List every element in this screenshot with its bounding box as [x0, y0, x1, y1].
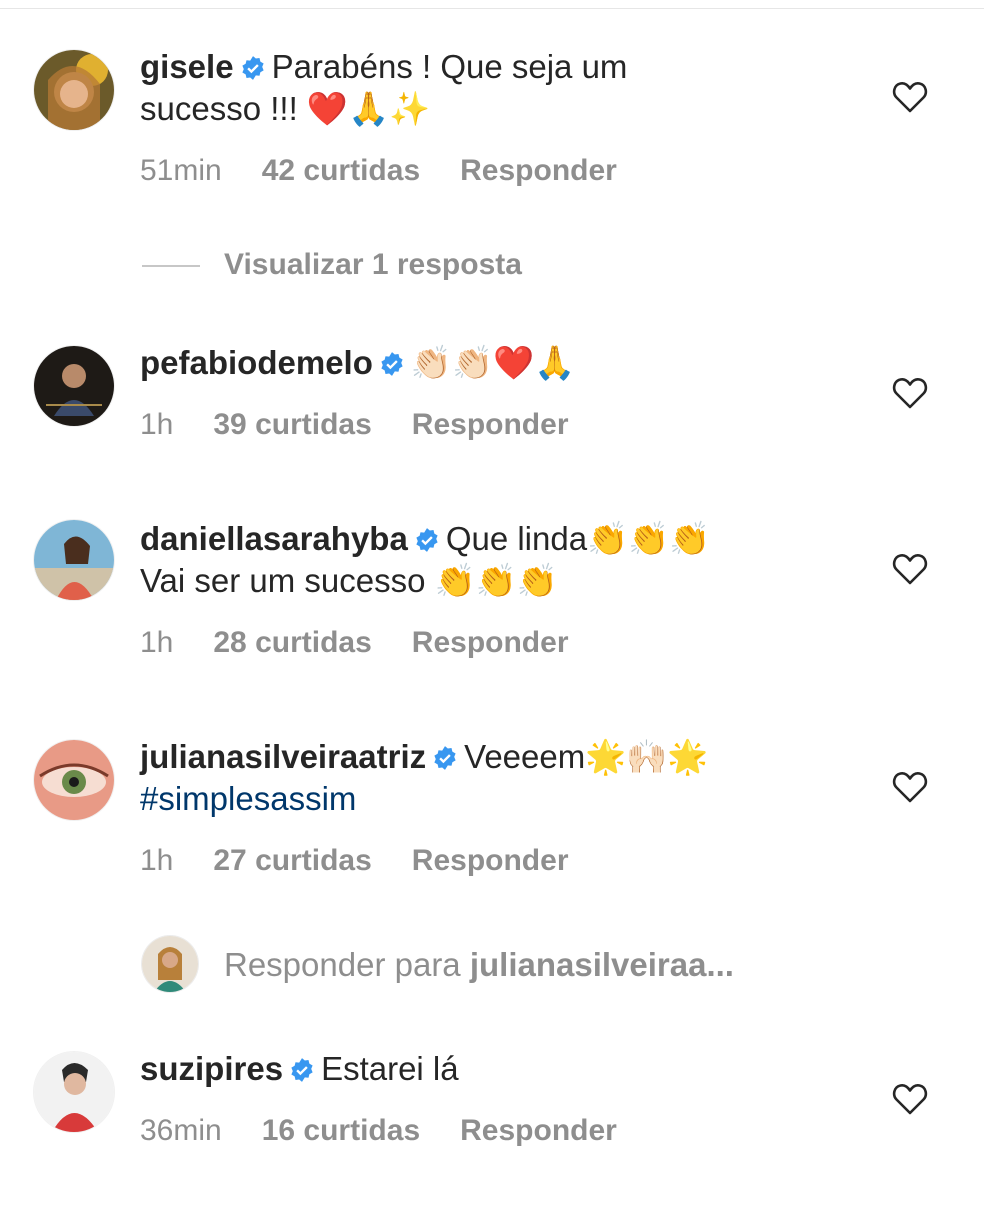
comment-meta: 1h 27 curtidas Responder: [140, 844, 609, 878]
avatar[interactable]: [34, 346, 114, 426]
username[interactable]: pefabiodemelo: [140, 344, 373, 381]
emoji-group: 🌟🙌🏻🌟: [585, 737, 709, 776]
timestamp: 1h: [140, 844, 174, 877]
hashtag-link[interactable]: #simplesassim: [140, 780, 356, 817]
timestamp: 1h: [140, 626, 174, 659]
timestamp: 36min: [140, 1114, 222, 1147]
heart-outline-icon[interactable]: [892, 552, 928, 586]
reply-to-prefix: Responder para: [224, 946, 461, 983]
comment-meta: 1h 28 curtidas Responder: [140, 626, 609, 660]
emoji-group: 👏👏👏: [434, 561, 558, 600]
heart-outline-icon[interactable]: [892, 1082, 928, 1116]
emoji-group: 👏👏👏: [587, 519, 711, 558]
username[interactable]: suzipires: [140, 1050, 283, 1087]
comment-text: daniellasarahyba Que linda👏👏👏 Vai ser um …: [140, 518, 840, 602]
view-replies-link[interactable]: Visualizar 1 resposta: [142, 248, 522, 282]
timestamp: 51min: [140, 154, 222, 187]
heart-outline-icon[interactable]: [892, 770, 928, 804]
likes-count[interactable]: 27 curtidas: [213, 844, 371, 878]
username[interactable]: gisele: [140, 48, 234, 85]
comment-meta: 36min 16 curtidas Responder: [140, 1114, 657, 1148]
reply-to-text: Responder para julianasilveiraa...: [224, 946, 734, 984]
comment-text: gisele Parabéns ! Que seja um sucesso !!!…: [140, 46, 840, 130]
comment-line-1: Parabéns ! Que seja um: [271, 48, 628, 85]
reply-button[interactable]: Responder: [460, 154, 617, 188]
comment-text: suzipires Estarei lá: [140, 1048, 840, 1090]
avatar[interactable]: [34, 50, 114, 130]
timestamp: 1h: [140, 408, 174, 441]
likes-count[interactable]: 16 curtidas: [262, 1114, 420, 1148]
reply-button[interactable]: Responder: [412, 626, 569, 660]
reply-button[interactable]: Responder: [412, 408, 569, 442]
comment-line-1: Veeeem: [464, 738, 586, 775]
reply-button[interactable]: Responder: [412, 844, 569, 878]
heart-outline-icon[interactable]: [892, 376, 928, 410]
emoji-group: ❤️🙏✨: [306, 89, 431, 128]
username[interactable]: daniellasarahyba: [140, 520, 408, 557]
avatar[interactable]: [34, 740, 114, 820]
comment-meta: 1h 39 curtidas Responder: [140, 408, 609, 442]
comment-text: pefabiodemelo 👏🏻👏🏻❤️🙏: [140, 342, 840, 384]
view-replies-label: Visualizar 1 resposta: [224, 248, 522, 281]
replies-divider: [142, 265, 200, 268]
comment-line-1: Que linda: [445, 520, 588, 557]
verified-badge-icon: [291, 1058, 313, 1082]
comment-line-2: Vai ser um sucesso: [140, 562, 426, 599]
avatar[interactable]: [34, 1052, 114, 1132]
username[interactable]: julianasilveiraatriz: [140, 738, 426, 775]
likes-count[interactable]: 39 curtidas: [213, 408, 371, 442]
comment-line-1: Estarei lá: [321, 1050, 459, 1087]
reply-to-target: julianasilveiraa...: [469, 946, 734, 983]
top-divider: [0, 8, 984, 9]
heart-outline-icon[interactable]: [892, 80, 928, 114]
verified-badge-icon: [434, 746, 456, 770]
comment-meta: 51min 42 curtidas Responder: [140, 154, 657, 188]
avatar: [142, 936, 198, 992]
verified-badge-icon: [381, 352, 403, 376]
verified-badge-icon: [416, 528, 438, 552]
comment-text: julianasilveiraatriz Veeeem🌟🙌🏻🌟 #simplesa…: [140, 736, 840, 820]
likes-count[interactable]: 28 curtidas: [213, 626, 371, 660]
likes-count[interactable]: 42 curtidas: [262, 154, 420, 188]
verified-badge-icon: [241, 56, 264, 80]
reply-button[interactable]: Responder: [460, 1114, 617, 1148]
comment-line-2: sucesso !!!: [140, 90, 298, 127]
avatar[interactable]: [34, 520, 114, 600]
emoji-group: 👏🏻👏🏻❤️🙏: [410, 343, 576, 382]
